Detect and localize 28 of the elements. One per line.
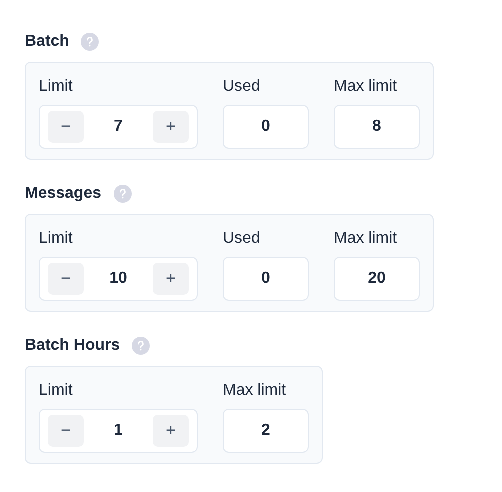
- decrement-button[interactable]: −: [48, 263, 84, 295]
- increment-button[interactable]: +: [153, 111, 189, 143]
- section-title: Messages: [25, 185, 102, 203]
- decrement-button[interactable]: −: [48, 111, 84, 143]
- help-icon[interactable]: [114, 185, 132, 203]
- stepper-value: 1: [114, 422, 123, 440]
- field-label: Limit: [39, 229, 74, 249]
- stepper-value: 10: [110, 270, 128, 288]
- field-label: Max limit: [223, 381, 288, 401]
- value-field: 2: [223, 409, 309, 453]
- help-icon[interactable]: [81, 33, 100, 51]
- decrement-button[interactable]: −: [48, 415, 84, 447]
- field-label: Used: [223, 229, 262, 249]
- value-field: 20: [334, 257, 420, 301]
- field-label: Limit: [39, 381, 74, 401]
- value-field: 8: [334, 105, 420, 149]
- value-field: 0: [223, 105, 309, 149]
- field-label: Max limit: [334, 77, 398, 97]
- help-icon[interactable]: [132, 337, 150, 355]
- increment-button[interactable]: +: [153, 415, 189, 447]
- value-field: 0: [223, 257, 309, 301]
- increment-button[interactable]: +: [152, 263, 189, 295]
- section-title: Batch: [25, 33, 70, 51]
- field-label: Used: [223, 77, 262, 97]
- field-label: Limit: [39, 77, 74, 97]
- field-label: Max limit: [334, 229, 398, 249]
- section-title: Batch Hours: [25, 337, 120, 355]
- stepper-value: 7: [114, 118, 123, 136]
